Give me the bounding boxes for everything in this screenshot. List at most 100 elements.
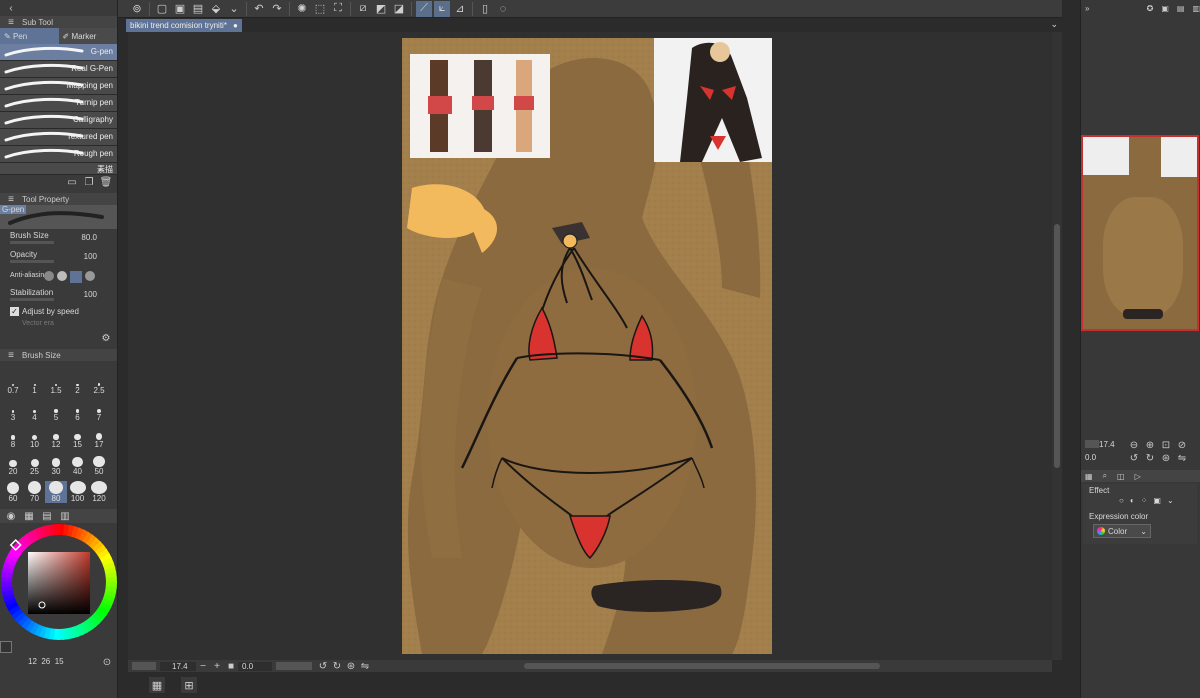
- effect-more-icon[interactable]: ⌄: [1167, 496, 1174, 505]
- aa-weak-button[interactable]: [57, 271, 67, 281]
- selection-border-icon[interactable]: ◪: [391, 1, 407, 17]
- flip-icon[interactable]: ⇋: [358, 659, 372, 673]
- loading-icon[interactable]: ✺: [294, 1, 310, 17]
- brush-size-option[interactable]: 1.5: [45, 373, 67, 395]
- new-file-icon[interactable]: ▢: [154, 1, 170, 17]
- adjust-speed-checkbox[interactable]: ✓: [10, 307, 19, 316]
- vertical-scroll-thumb[interactable]: [1054, 224, 1060, 468]
- brush-size-option[interactable]: 8: [2, 427, 24, 449]
- brush-size-option[interactable]: 5: [45, 400, 67, 422]
- brush-size-option[interactable]: 120: [88, 481, 110, 503]
- brush-size-option[interactable]: 3: [2, 400, 24, 422]
- intermediate-color-tab-icon[interactable]: ▥: [58, 509, 72, 523]
- app-icon[interactable]: ⊚: [129, 1, 145, 17]
- horizontal-scroll-thumb[interactable]: [524, 663, 880, 669]
- nav-flip-icon[interactable]: ⇋: [1175, 451, 1189, 465]
- nav-rotate-icon[interactable]: ⊘: [1175, 438, 1189, 452]
- brush-item[interactable]: Turnip pen: [0, 95, 117, 112]
- save-icon[interactable]: ▤: [190, 1, 206, 17]
- brush-item[interactable]: Rough pen: [0, 146, 117, 163]
- brush-item[interactable]: G-pen: [0, 44, 117, 61]
- brush-size-option[interactable]: 2.5: [88, 373, 110, 395]
- tab-document[interactable]: bikini trend comision tryniti* ●: [126, 19, 242, 32]
- brush-size-option[interactable]: 100: [67, 481, 89, 503]
- main-color-swatch[interactable]: [0, 641, 12, 653]
- open-file-icon[interactable]: ▣: [172, 1, 188, 17]
- rotate-right-icon[interactable]: ↻: [330, 659, 344, 673]
- nav-zoom-out-icon[interactable]: ⊖: [1127, 438, 1141, 452]
- brush-size-option[interactable]: 7: [88, 400, 110, 422]
- brush-item-cut[interactable]: 素描: [0, 163, 117, 175]
- trash-icon[interactable]: 🗑: [99, 175, 113, 189]
- nav-rotate-right-icon[interactable]: ↻: [1143, 451, 1157, 465]
- zoom-out-icon[interactable]: −: [196, 659, 210, 673]
- new-folder-icon[interactable]: ▭: [65, 175, 79, 189]
- brush-item[interactable]: Mapping pen: [0, 78, 117, 95]
- color-mode-icon[interactable]: ⊙: [100, 655, 114, 669]
- zoom-in-icon[interactable]: +: [210, 659, 224, 673]
- border-effect-icon[interactable]: ○: [1119, 496, 1124, 505]
- expression-color-select[interactable]: Color ⌄: [1093, 524, 1151, 538]
- aa-medium-button[interactable]: [70, 271, 82, 283]
- brush-size-option[interactable]: 12: [45, 427, 67, 449]
- extract-line-icon[interactable]: ◐: [1130, 496, 1135, 505]
- tab-pen[interactable]: ✎ Pen: [0, 28, 59, 44]
- vector-eraser-row[interactable]: Vector era: [0, 319, 117, 331]
- animation-tab-icon[interactable]: ▷: [1135, 472, 1141, 481]
- nav-reset-icon[interactable]: ⊛: [1159, 451, 1173, 465]
- tab-close-icon[interactable]: ●: [233, 21, 238, 30]
- aa-none-button[interactable]: [44, 271, 54, 281]
- brush-size-option[interactable]: 0.7: [2, 373, 24, 395]
- tab-list-chevron-icon[interactable]: ⌄: [1050, 19, 1058, 30]
- dropdown-icon[interactable]: ⌄: [226, 1, 242, 17]
- clipboard-icon[interactable]: ▤: [1177, 4, 1185, 13]
- duplicate-icon[interactable]: ❐: [82, 175, 96, 189]
- layer-panel-icon[interactable]: ▦: [149, 677, 165, 693]
- help-icon[interactable]: ◌: [495, 1, 511, 17]
- vertical-scrollbar[interactable]: [1052, 32, 1062, 660]
- invert-selection-icon[interactable]: ◩: [373, 1, 389, 17]
- expand-icon[interactable]: »: [1085, 4, 1089, 13]
- brush-size-option[interactable]: 20: [2, 454, 24, 476]
- brush-size-option[interactable]: 80: [45, 481, 67, 503]
- dock-collapse-bar[interactable]: ‹: [0, 0, 117, 16]
- artwork-canvas[interactable]: [402, 38, 772, 654]
- redo-icon[interactable]: ↷: [269, 1, 285, 17]
- brush-item[interactable]: Textured pen: [0, 129, 117, 146]
- figure-icon[interactable]: ✪: [1147, 4, 1154, 13]
- image-icon[interactable]: ▣: [1161, 4, 1169, 13]
- export-icon[interactable]: ⬙: [208, 1, 224, 17]
- brush-size-row[interactable]: Brush Size 80.0: [0, 229, 117, 248]
- zoom-slider[interactable]: [132, 662, 156, 670]
- navigator-icon[interactable]: ⊞: [181, 677, 197, 693]
- layer-property-tab-icon[interactable]: ▦: [1085, 472, 1093, 481]
- rotate-left-icon[interactable]: ↺: [316, 659, 330, 673]
- brush-size-option[interactable]: 50: [88, 454, 110, 476]
- canvas-viewport[interactable]: [128, 32, 1052, 660]
- reset-rotation-icon[interactable]: ⊛: [344, 659, 358, 673]
- transform-icon[interactable]: ⛶: [330, 1, 346, 17]
- fit-icon[interactable]: ■: [224, 659, 238, 673]
- rotate-slider[interactable]: [276, 662, 312, 670]
- brush-size-option[interactable]: 25: [24, 454, 46, 476]
- color-history-tab-icon[interactable]: ▤: [40, 509, 54, 523]
- aa-strong-button[interactable]: [85, 271, 95, 281]
- adjust-speed-row[interactable]: ✓ Adjust by speed: [0, 305, 117, 319]
- stabilization-slider[interactable]: [10, 298, 54, 301]
- color-wheel-tab-icon[interactable]: ◉: [4, 509, 18, 523]
- brush-size-option[interactable]: 15: [67, 427, 89, 449]
- library-icon[interactable]: ▥: [1192, 4, 1200, 13]
- brush-size-option[interactable]: 30: [45, 454, 67, 476]
- brush-size-option[interactable]: 17: [88, 427, 110, 449]
- brush-size-option[interactable]: 40: [67, 454, 89, 476]
- brush-size-option[interactable]: 2: [67, 373, 89, 395]
- clear-icon[interactable]: ⬚: [312, 1, 328, 17]
- brush-size-option[interactable]: 10: [24, 427, 46, 449]
- tab-marker[interactable]: ✐ Marker: [58, 28, 117, 44]
- snap-grid-icon[interactable]: ⊿: [452, 1, 468, 17]
- brush-size-option[interactable]: 70: [24, 481, 46, 503]
- nav-fit-icon[interactable]: ⊡: [1159, 438, 1173, 452]
- snap-special-ruler-icon[interactable]: ⟀: [434, 0, 450, 17]
- layer-tab-icon[interactable]: ◫: [1117, 472, 1125, 481]
- brush-size-slider[interactable]: [10, 241, 54, 244]
